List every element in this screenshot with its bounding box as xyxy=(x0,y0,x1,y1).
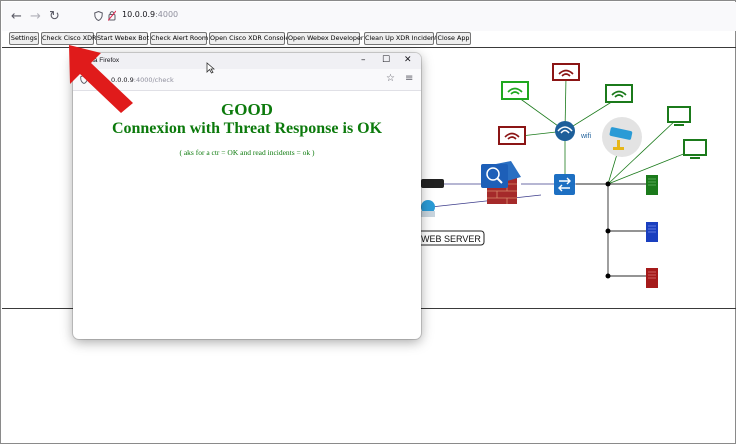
maximize-button[interactable]: ☐ xyxy=(382,55,390,65)
popup-url-path: :4000/check xyxy=(133,76,174,84)
wifi-links xyxy=(511,76,692,185)
server-icon xyxy=(646,222,658,242)
wifi-router-icon xyxy=(498,126,526,145)
firewall-icon xyxy=(481,161,521,204)
server-icon xyxy=(646,175,658,195)
wifi-router-icon xyxy=(605,84,633,103)
monitor-icon xyxy=(667,106,691,126)
app-window: ← → ↻ 10.0.0.9:4000 Settings Check Cisco… xyxy=(0,0,736,444)
red-arrow-annotation-icon xyxy=(69,45,133,113)
wifi-label: wifi xyxy=(580,133,592,140)
web-server-icon xyxy=(421,200,435,217)
wifi-router-icon xyxy=(501,81,529,100)
server-icon xyxy=(646,268,658,288)
status-message: Connexion with Threat Response is OK xyxy=(111,120,383,137)
status-detail: ( aks for a ctr = OK and read incidents … xyxy=(179,148,315,157)
switch-icon xyxy=(554,174,575,195)
bookmark-star-icon[interactable]: ☆ xyxy=(386,73,395,84)
menu-icon[interactable]: ≡ xyxy=(405,73,413,84)
monitor-icon xyxy=(683,139,707,159)
close-button[interactable]: ✕ xyxy=(404,55,412,65)
web-server-label: WEB SERVER xyxy=(421,234,481,244)
camera-icon xyxy=(602,117,642,157)
wifi-access-point-icon xyxy=(555,121,575,141)
minimize-button[interactable]: – xyxy=(361,55,366,65)
mouse-cursor-icon xyxy=(206,62,215,74)
router-icon xyxy=(421,179,444,188)
server-bus xyxy=(576,183,646,277)
wifi-router-icon xyxy=(552,63,580,81)
